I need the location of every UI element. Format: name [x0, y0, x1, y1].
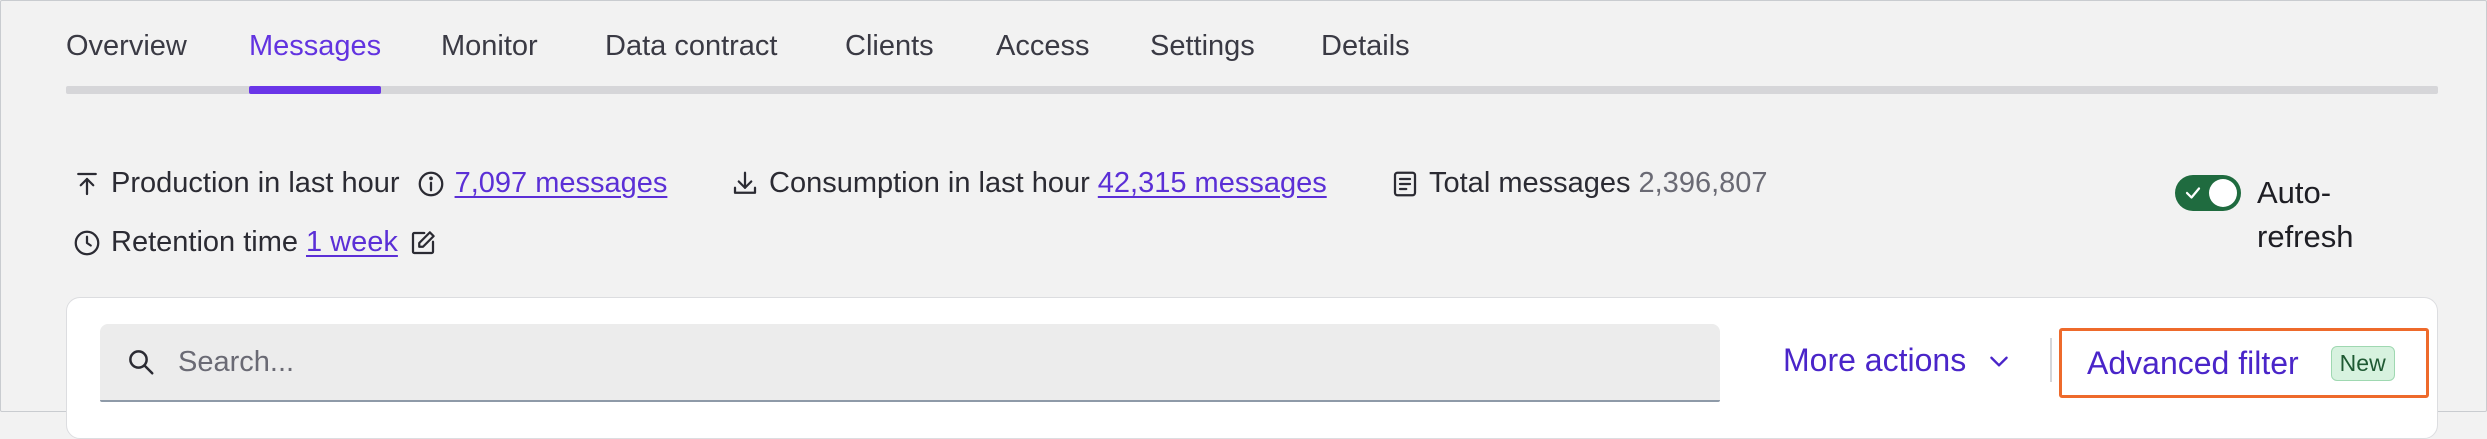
- more-actions-button[interactable]: More actions: [1783, 342, 2012, 379]
- retention-label: Retention time: [111, 226, 298, 258]
- retention-value-link[interactable]: 1 week: [306, 226, 398, 259]
- retention-stat: Retention time 1 week: [72, 226, 447, 259]
- clock-icon: [72, 228, 102, 258]
- consumption-label: Consumption in last hour: [769, 167, 1090, 199]
- auto-refresh-label-line1: Auto-: [2257, 175, 2332, 210]
- new-badge: New: [2330, 345, 2395, 381]
- search-input[interactable]: [176, 344, 1680, 380]
- consumption-stat: Consumption in last hour 42,315 messages: [730, 167, 1327, 200]
- chevron-down-icon: [1990, 356, 2008, 367]
- active-tab-indicator: [249, 86, 381, 94]
- actions-divider: [2050, 338, 2052, 382]
- production-label: Production in last hour: [111, 167, 400, 199]
- production-stat: Production in last hour 7,097 messages: [72, 167, 667, 200]
- auto-refresh-toggle[interactable]: [2175, 175, 2241, 211]
- total-messages-stat: Total messages 2,396,807: [1390, 167, 1768, 200]
- tab-bar: Overview Messages Monitor Data contract …: [66, 0, 2438, 96]
- tab-overview[interactable]: Overview: [66, 30, 187, 63]
- auto-refresh-label-line2: refresh: [2257, 219, 2354, 254]
- edit-icon[interactable]: [408, 228, 438, 258]
- search-box[interactable]: [100, 324, 1720, 402]
- tab-settings[interactable]: Settings: [1150, 30, 1255, 63]
- tab-clients[interactable]: Clients: [845, 30, 934, 63]
- advanced-filter-label: Advanced filter: [2087, 344, 2299, 381]
- advanced-filter-button[interactable]: Advanced filter New: [2059, 328, 2429, 398]
- production-messages-link[interactable]: 7,097 messages: [455, 167, 668, 200]
- document-list-icon: [1390, 169, 1420, 199]
- consumption-messages-link[interactable]: 42,315 messages: [1098, 167, 1327, 200]
- total-messages-label: Total messages: [1429, 167, 1631, 199]
- tab-data-contract[interactable]: Data contract: [605, 30, 777, 63]
- tab-messages[interactable]: Messages: [249, 30, 381, 63]
- tab-details[interactable]: Details: [1321, 30, 1410, 63]
- info-icon[interactable]: [416, 169, 446, 199]
- check-icon: [2185, 187, 2201, 199]
- upload-icon: [72, 169, 102, 199]
- total-messages-value: 2,396,807: [1638, 167, 1768, 199]
- more-actions-label: More actions: [1783, 342, 1967, 378]
- tab-access[interactable]: Access: [996, 30, 1089, 63]
- tab-monitor[interactable]: Monitor: [441, 30, 538, 63]
- toggle-knob: [2209, 179, 2237, 207]
- auto-refresh-label: Auto- refresh: [2257, 171, 2353, 259]
- tab-track: [66, 86, 2438, 94]
- download-icon: [730, 169, 760, 199]
- search-icon: [129, 350, 154, 375]
